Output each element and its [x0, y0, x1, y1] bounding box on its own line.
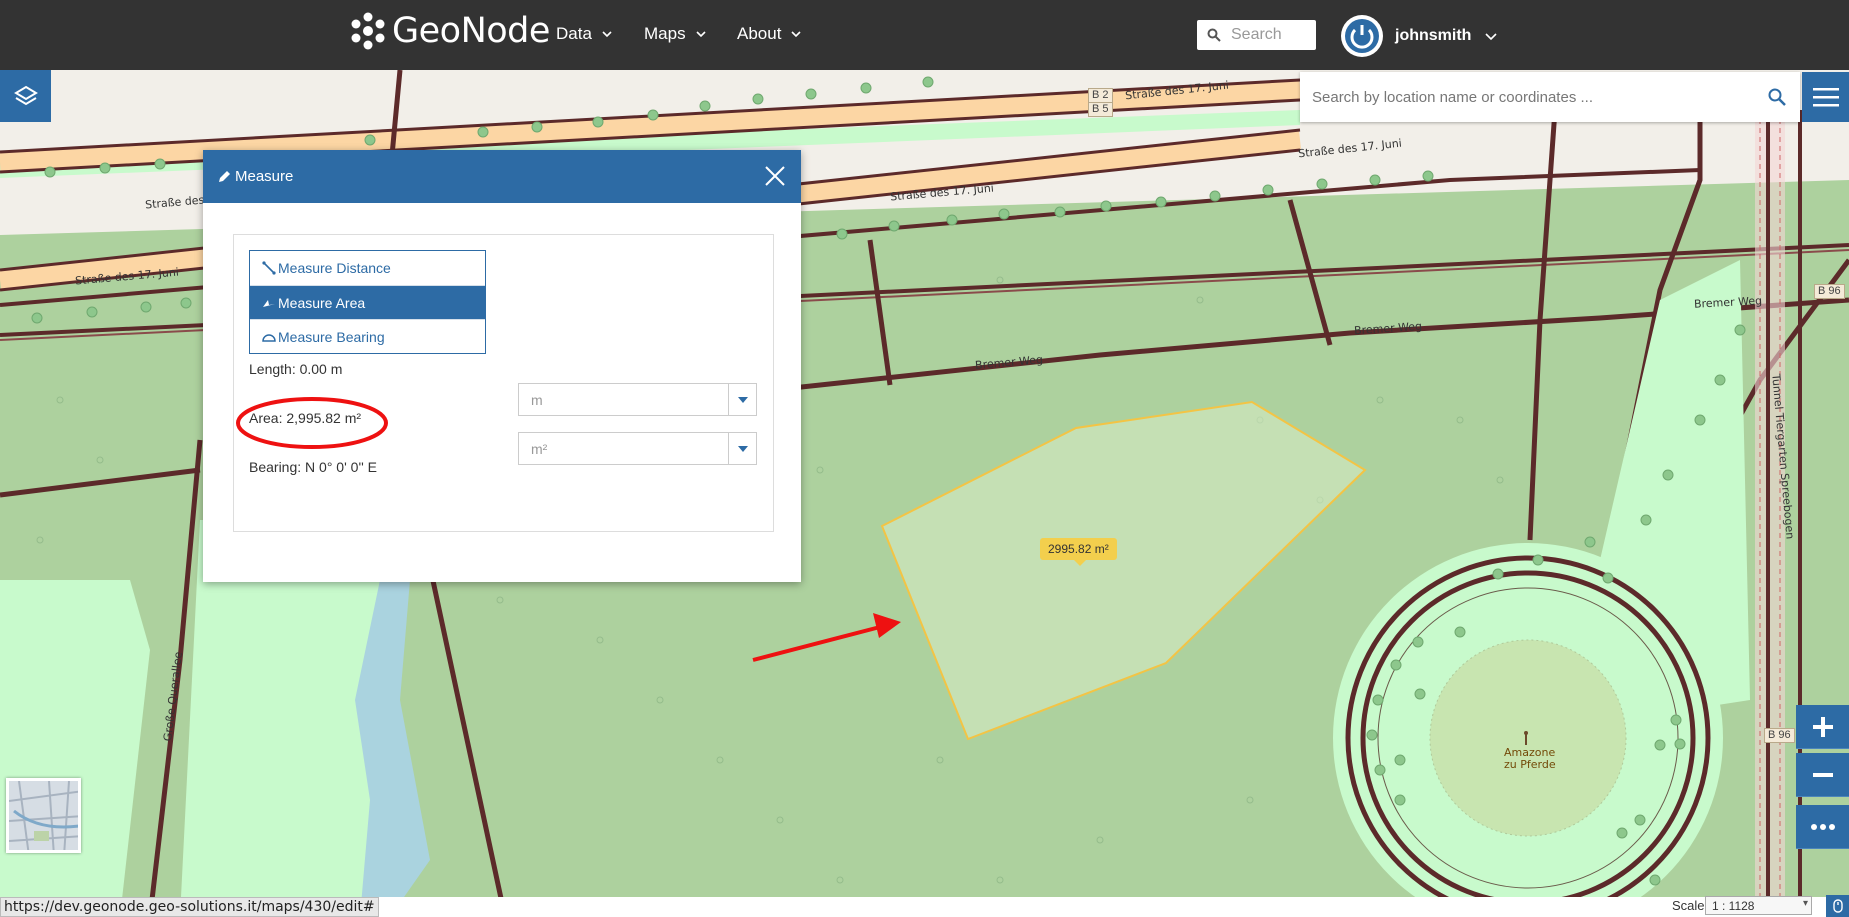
chevron-down-icon — [602, 31, 612, 38]
caret-down-icon: ▾ — [1802, 898, 1808, 909]
overview-minimap[interactable] — [6, 778, 81, 853]
poi-label: zu Pferde — [1504, 758, 1556, 771]
length-unit-value: m — [531, 391, 543, 408]
hamburger-icon — [1812, 88, 1839, 107]
nav-data[interactable]: Data — [556, 24, 612, 44]
chevron-down-icon — [696, 31, 706, 38]
area-unit-value: m² — [531, 440, 548, 457]
mouse-icon — [1832, 899, 1843, 913]
site-search — [1197, 20, 1316, 50]
location-search — [1300, 72, 1800, 122]
username: johnsmith — [1395, 27, 1472, 44]
caret-down-icon — [728, 433, 756, 464]
measure-area-button[interactable]: Measure Area — [250, 285, 485, 319]
ruler-line-icon — [262, 261, 276, 275]
annotation-ellipse — [236, 397, 388, 449]
geonode-logo-icon — [351, 12, 385, 50]
minus-icon — [1812, 772, 1833, 777]
nav-maps-label: Maps — [644, 24, 686, 43]
bearing-value: Bearing: N 0° 0' 0'' E — [249, 459, 378, 475]
nav-about-label: About — [737, 24, 782, 43]
search-icon[interactable] — [1768, 88, 1786, 106]
measure-bearing-label: Measure Bearing — [278, 328, 385, 345]
nav-maps[interactable]: Maps — [644, 24, 706, 44]
power-icon — [1345, 19, 1379, 53]
measure-distance-button[interactable]: Measure Distance — [250, 251, 485, 285]
measure-dialog: Measure Measure Distance Measure Area Me… — [203, 150, 801, 582]
layers-button[interactable] — [0, 70, 51, 122]
scale-select[interactable]: 1 : 1128 ▾ — [1705, 896, 1812, 915]
minimap-thumbnail — [9, 781, 78, 850]
plus-icon — [1812, 716, 1833, 737]
more-tools-button[interactable] — [1796, 805, 1849, 849]
nav-data-label: Data — [556, 24, 592, 43]
polygon-area-icon — [263, 299, 275, 307]
chevron-down-icon — [1485, 33, 1498, 41]
protractor-icon — [262, 333, 276, 342]
road-shield: B 5 — [1088, 102, 1113, 117]
layers-icon — [13, 85, 38, 106]
chevron-down-icon — [791, 31, 802, 38]
avatar — [1341, 15, 1383, 57]
road-shield: B 96 — [1764, 728, 1795, 743]
browser-status-url: https://dev.geonode.geo-solutions.it/map… — [0, 897, 379, 917]
brand-logo[interactable]: GeoNode — [348, 10, 550, 52]
measure-tool-group: Measure Distance Measure Area Measure Be… — [249, 250, 486, 354]
search-icon — [1207, 28, 1221, 42]
road-shield: B 96 — [1814, 284, 1845, 299]
user-menu[interactable]: johnsmith — [1341, 15, 1498, 57]
brand-name: GeoNode — [392, 11, 550, 51]
mouse-position-button[interactable] — [1826, 895, 1849, 917]
scale-value: 1 : 1128 — [1712, 899, 1755, 913]
close-icon[interactable] — [763, 164, 787, 188]
burger-menu-button[interactable] — [1802, 72, 1849, 122]
measure-bearing-button[interactable]: Measure Bearing — [250, 319, 485, 353]
location-search-input[interactable] — [1312, 88, 1752, 106]
site-search-input[interactable] — [1231, 26, 1311, 44]
caret-down-icon — [728, 384, 756, 415]
area-measure-tooltip: 2995.82 m² — [1040, 538, 1117, 566]
pencil-icon — [219, 171, 230, 182]
dialog-header: Measure — [203, 150, 801, 203]
scale-label: Scale: — [1672, 898, 1709, 913]
length-unit-select[interactable]: m — [518, 383, 757, 416]
zoom-in-button[interactable] — [1796, 705, 1849, 749]
area-unit-select[interactable]: m² — [518, 432, 757, 465]
zoom-out-button[interactable] — [1796, 753, 1849, 797]
top-navbar: GeoNode Data Maps About johnsmith — [0, 0, 1849, 70]
measure-distance-label: Measure Distance — [278, 260, 391, 276]
nav-about[interactable]: About — [737, 24, 802, 44]
more-dots-icon — [1810, 823, 1835, 830]
road-shield: B 2 — [1088, 88, 1113, 103]
length-value: Length: 0.00 m — [249, 361, 343, 377]
measure-area-label: Measure Area — [278, 294, 366, 311]
measure-panel: Measure Distance Measure Area Measure Be… — [233, 234, 774, 532]
dialog-title: Measure — [235, 168, 294, 185]
